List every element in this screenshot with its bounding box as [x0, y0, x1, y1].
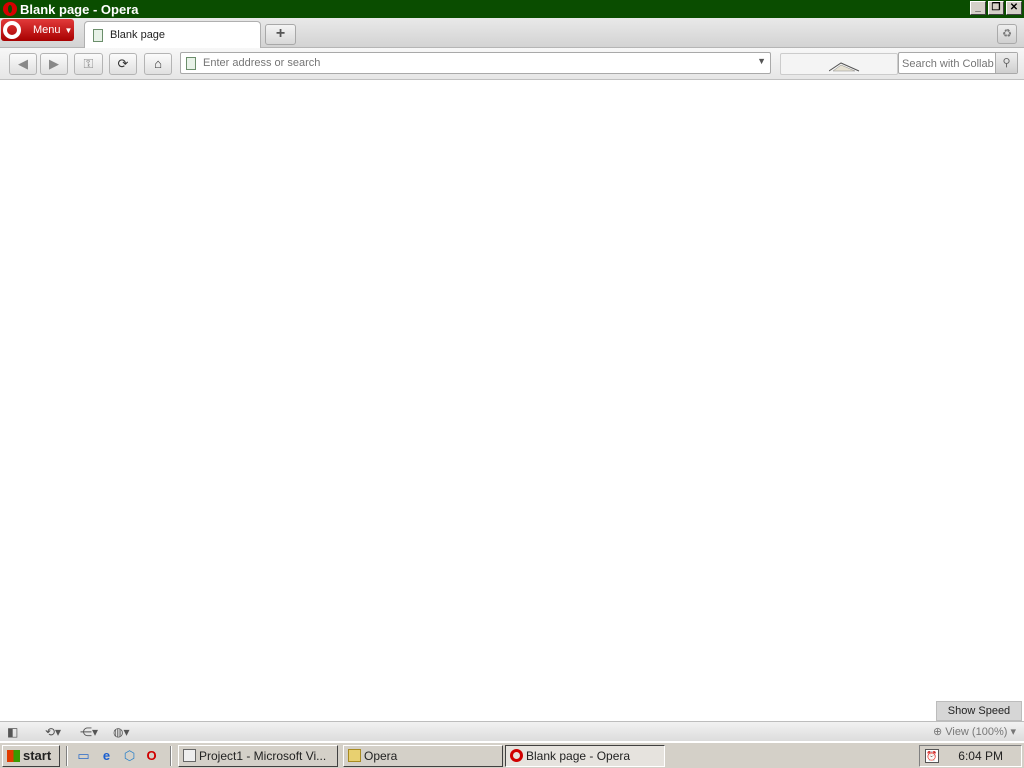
- visual-basic-icon: [183, 749, 196, 762]
- status-bar: ◧ ⟲▾ ⋲▾ ◍▾ ⊕ View (100%) ▾: [0, 721, 1024, 741]
- arrow-right-icon: ▶: [49, 56, 59, 71]
- taskbar-separator: [170, 746, 172, 766]
- task-blank-page-opera[interactable]: Blank page - Opera: [505, 745, 665, 767]
- minimize-button[interactable]: _: [970, 1, 986, 15]
- windows-flag-icon: [7, 750, 20, 762]
- turbo-icon[interactable]: ◍▾: [113, 725, 130, 739]
- restore-button[interactable]: ❐: [988, 1, 1004, 15]
- chevron-down-icon: ▼: [64, 25, 73, 35]
- search-button[interactable]: ⚲: [995, 53, 1017, 73]
- wand-button[interactable]: ⚿: [74, 53, 103, 75]
- opera-logo-icon: [3, 2, 17, 16]
- window-controls: _ ❐ ✕: [970, 1, 1022, 15]
- reload-button[interactable]: ⟳: [109, 53, 137, 75]
- opera-logo-icon: [510, 749, 523, 762]
- toolbar-spacer: [780, 53, 898, 75]
- task-label: Project1 - Microsoft Vi...: [199, 749, 327, 763]
- show-desktop-icon[interactable]: ▭: [75, 747, 92, 764]
- back-button[interactable]: ◀: [9, 53, 37, 75]
- partial-graphic-icon: [829, 62, 860, 72]
- system-tray: ⏰ 6:04 PM: [919, 745, 1022, 767]
- search-input[interactable]: [902, 56, 994, 71]
- menu-label: Menu: [33, 24, 61, 36]
- window-title: Blank page - Opera: [20, 1, 139, 17]
- new-tab-button[interactable]: +: [265, 24, 296, 45]
- start-button[interactable]: start: [2, 745, 60, 767]
- page-icon: [93, 28, 103, 42]
- key-icon: ⚿: [83, 56, 94, 71]
- arrow-left-icon: ◀: [18, 56, 28, 71]
- windows-media-icon[interactable]: ⬡: [121, 747, 138, 764]
- search-box[interactable]: ⚲: [898, 52, 1018, 74]
- address-input[interactable]: [203, 55, 743, 71]
- panel-toggle-icon[interactable]: ◧: [7, 725, 18, 739]
- scheduler-icon[interactable]: ⏰: [925, 749, 939, 763]
- window-titlebar: Blank page - Opera _ ❐ ✕: [0, 0, 1024, 18]
- clock[interactable]: 6:04 PM: [958, 749, 1003, 763]
- windows-taskbar: start ▭ e ⬡ O Project1 - Microsoft Vi...…: [0, 742, 1024, 768]
- chevron-down-icon[interactable]: ▼: [757, 56, 766, 66]
- tab-strip: Menu ▼ Blank page + ♻: [0, 18, 1024, 48]
- unite-icon[interactable]: ⋲▾: [80, 725, 98, 739]
- task-opera-folder[interactable]: Opera: [343, 745, 503, 767]
- page-content[interactable]: [0, 81, 1024, 720]
- taskbar-separator: [66, 746, 68, 766]
- page-icon: [186, 57, 196, 70]
- start-label: start: [23, 748, 52, 763]
- navigation-toolbar: ◀ ▶ ⚿ ⟳ ⌂ ▼ ⚲: [0, 48, 1024, 80]
- task-label: Opera: [364, 749, 398, 763]
- forward-button[interactable]: ▶: [40, 53, 68, 75]
- search-icon: ⚲: [1002, 57, 1011, 69]
- opera-logo-icon: [3, 21, 21, 39]
- internet-explorer-icon[interactable]: e: [98, 747, 115, 764]
- home-icon: ⌂: [154, 56, 162, 71]
- sync-icon[interactable]: ⟲▾: [45, 725, 61, 739]
- task-label: Blank page - Opera: [526, 749, 631, 763]
- magnifier-icon: ⊕: [932, 726, 943, 738]
- trash-icon[interactable]: ♻: [997, 24, 1017, 44]
- folder-icon: [348, 749, 361, 762]
- zoom-control[interactable]: ⊕ View (100%) ▾: [933, 725, 1016, 738]
- show-speed-dial-button[interactable]: Show Speed Dial: [936, 701, 1022, 735]
- opera-quicklaunch-icon[interactable]: O: [143, 747, 160, 764]
- home-button[interactable]: ⌂: [144, 53, 172, 75]
- reload-icon: ⟳: [117, 56, 129, 71]
- chevron-down-icon: ▾: [1010, 726, 1016, 738]
- address-bar[interactable]: ▼: [180, 52, 771, 74]
- task-project1[interactable]: Project1 - Microsoft Vi...: [178, 745, 338, 767]
- close-button[interactable]: ✕: [1006, 1, 1022, 15]
- opera-menu-button[interactable]: Menu ▼: [1, 19, 74, 41]
- tab-blank-page[interactable]: Blank page: [84, 21, 261, 48]
- zoom-label: View (100%): [945, 726, 1008, 738]
- tab-label: Blank page: [110, 29, 166, 41]
